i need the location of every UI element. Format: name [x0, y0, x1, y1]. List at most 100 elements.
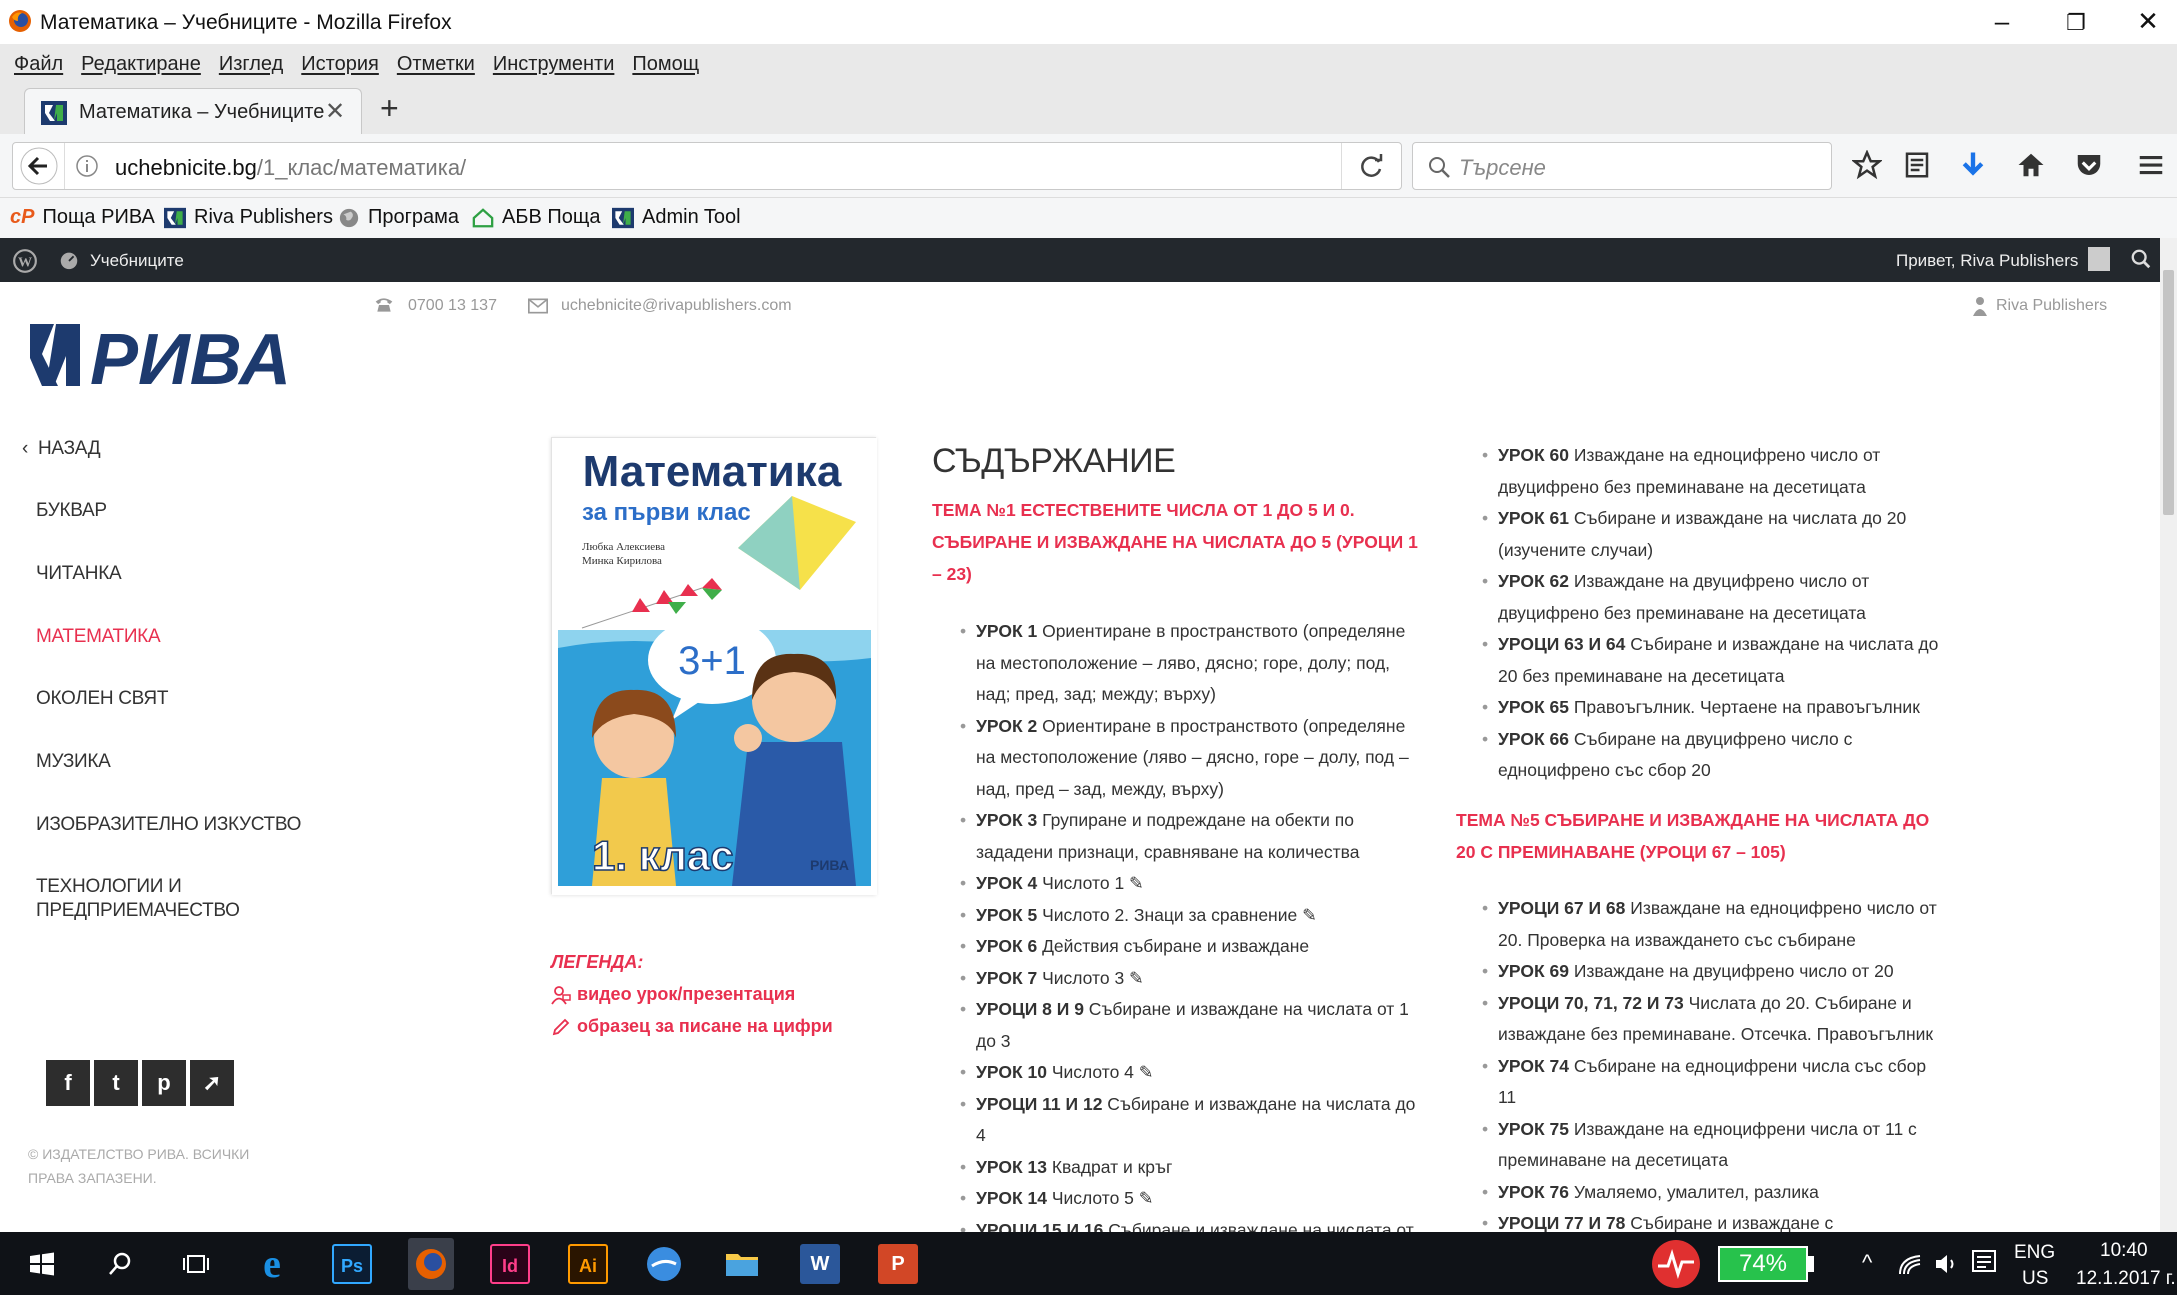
reload-button[interactable]: [1341, 143, 1401, 189]
lesson-number[interactable]: УРОК 13: [976, 1157, 1047, 1177]
lesson-line[interactable]: • УРОК 6 Действия събиране и изваждане: [960, 931, 1446, 963]
windows-start-icon[interactable]: [22, 1244, 62, 1284]
menu-history[interactable]: История: [301, 53, 379, 76]
illustrator-icon[interactable]: Ai: [568, 1244, 608, 1284]
riva-logo[interactable]: РИВА: [28, 316, 328, 392]
lesson-line[interactable]: • УРОК 5 Числото 2. Знаци за сравнение ✎: [960, 900, 1446, 932]
lesson-number[interactable]: УРОК 65: [1498, 697, 1569, 717]
search-taskbar-icon[interactable]: [100, 1244, 140, 1284]
sidebar-back-link[interactable]: ‹ НАЗАД: [22, 438, 101, 460]
lesson-number[interactable]: УРОК 14: [976, 1188, 1047, 1208]
sidebar-item-muzika[interactable]: МУЗИКА: [36, 751, 111, 773]
tab-close-icon[interactable]: ✕: [325, 97, 345, 126]
facebook-icon[interactable]: f: [46, 1060, 90, 1106]
lang-eng[interactable]: ENG: [2014, 1242, 2055, 1264]
lesson-number[interactable]: УРОК 75: [1498, 1119, 1569, 1139]
lesson-number[interactable]: УРОЦИ 67 И 68: [1498, 898, 1625, 918]
firefox-taskbar-icon[interactable]: [408, 1238, 454, 1290]
volume-icon[interactable]: [1932, 1250, 1960, 1278]
book-cover[interactable]: Математика за първи клас Любка Алексиева…: [551, 437, 877, 895]
lesson-number[interactable]: УРОК 2: [976, 716, 1037, 736]
menu-bookmarks[interactable]: Отметки: [397, 53, 475, 76]
search-box[interactable]: Търсене: [1412, 142, 1832, 190]
lesson-line[interactable]: • УРОК 14 Числото 5 ✎: [960, 1183, 1446, 1215]
lesson-line[interactable]: • УРОЦИ 67 И 68 Изваждане на едноцифрено …: [1482, 893, 1968, 925]
contact-user[interactable]: Riva Publishers: [1996, 297, 2107, 315]
avatar[interactable]: [2088, 247, 2110, 271]
lesson-number[interactable]: УРОЦИ 8 И 9: [976, 999, 1084, 1019]
bookmark-riva-publishers[interactable]: Riva Publishers: [164, 206, 333, 229]
twitter-icon[interactable]: ➚: [190, 1060, 234, 1106]
lesson-line[interactable]: • УРОЦИ 63 И 64 Събиране и изваждане на ч…: [1482, 629, 1968, 661]
back-button[interactable]: [13, 143, 65, 189]
reading-list-icon[interactable]: [1902, 150, 1932, 180]
lesson-line[interactable]: • УРОК 65 Правоъгълник. Чертаене на право…: [1482, 692, 1968, 724]
lesson-line[interactable]: • УРОК 74 Събиране на едноцифрени числа с…: [1482, 1051, 1968, 1083]
photoshop-icon[interactable]: Ps: [332, 1244, 372, 1284]
lesson-number[interactable]: УРОК 1: [976, 621, 1037, 641]
sidebar-item-tehnologii[interactable]: ТЕХНОЛОГИИ И: [36, 876, 182, 898]
menu-help[interactable]: Помощ: [632, 53, 699, 76]
bookmark-poshta-riva[interactable]: cP Поща РИВА: [10, 206, 155, 229]
lesson-number[interactable]: УРОК 10: [976, 1062, 1047, 1082]
lesson-line[interactable]: • УРОК 13 Квадрат и кръг: [960, 1152, 1446, 1184]
wordpress-icon[interactable]: W: [12, 248, 38, 274]
home-icon[interactable]: [2016, 150, 2046, 180]
notifications-icon[interactable]: [1970, 1248, 1998, 1278]
menu-edit[interactable]: Редактиране: [81, 53, 201, 76]
contact-email[interactable]: uchebnicite@rivapublishers.com: [561, 297, 792, 315]
wp-search-icon[interactable]: [2130, 248, 2152, 270]
lesson-number[interactable]: УРОЦИ 11 И 12: [976, 1094, 1102, 1114]
lesson-number[interactable]: УРОК 74: [1498, 1056, 1569, 1076]
lesson-line[interactable]: • УРОК 62 Изваждане на двуцифрено число о…: [1482, 566, 1968, 598]
lesson-number[interactable]: УРОК 5: [976, 905, 1037, 925]
lesson-number[interactable]: УРОК 61: [1498, 508, 1569, 528]
edge-icon[interactable]: e: [252, 1244, 292, 1284]
lesson-number[interactable]: УРОК 66: [1498, 729, 1569, 749]
clock-time[interactable]: 10:40: [2100, 1240, 2148, 1262]
lesson-number[interactable]: УРОК 76: [1498, 1182, 1569, 1202]
lesson-number[interactable]: УРОК 4: [976, 873, 1037, 893]
lesson-number[interactable]: УРОЦИ 70, 71, 72 И 73: [1498, 993, 1684, 1013]
lesson-line[interactable]: • УРОК 60 Изваждане на едноцифрено число …: [1482, 440, 1968, 472]
menu-tools[interactable]: Инструменти: [493, 53, 615, 76]
url-text[interactable]: uchebnicite.bg/1_клас/математика/: [115, 155, 466, 181]
menu-file[interactable]: Файл: [14, 53, 63, 76]
lesson-line[interactable]: • УРОЦИ 8 И 9 Събиране и изваждане на чис…: [960, 994, 1446, 1026]
network-icon[interactable]: [1896, 1250, 1924, 1278]
wp-site-name[interactable]: Учебниците: [90, 251, 184, 271]
bookmark-programa[interactable]: Програма: [338, 206, 459, 229]
sidebar-item-chitanka[interactable]: ЧИТАНКА: [36, 563, 122, 585]
lesson-number[interactable]: УРОК 60: [1498, 445, 1569, 465]
downloads-icon[interactable]: [1958, 150, 1988, 180]
lesson-line[interactable]: • УРОЦИ 70, 71, 72 И 73 Числата до 20. Съ…: [1482, 988, 1968, 1020]
chevron-up-icon[interactable]: ^: [1862, 1250, 1872, 1276]
bookmark-abv-poshta[interactable]: АБВ Поща: [472, 206, 600, 229]
lesson-number[interactable]: УРОК 62: [1498, 571, 1569, 591]
lesson-line[interactable]: • УРОК 4 Числото 1 ✎: [960, 868, 1446, 900]
menu-hamburger-icon[interactable]: [2136, 150, 2166, 180]
lesson-line[interactable]: • УРОК 75 Изваждане на едноцифрени числа …: [1482, 1114, 1968, 1146]
lesson-number[interactable]: УРОК 7: [976, 968, 1037, 988]
menu-view[interactable]: Изглед: [219, 53, 283, 76]
indesign-icon[interactable]: Id: [490, 1244, 530, 1284]
scrollbar-thumb[interactable]: [2163, 270, 2174, 515]
lesson-line[interactable]: • УРОК 7 Числото 3 ✎: [960, 963, 1446, 995]
tumblr-icon[interactable]: t: [94, 1060, 138, 1106]
wp-greeting[interactable]: Привет, Riva Publishers: [1896, 251, 2078, 271]
pinterest-icon[interactable]: p: [142, 1060, 186, 1106]
address-bar[interactable]: uchebnicite.bg/1_клас/математика/: [12, 142, 1402, 190]
bookmark-admin-tool[interactable]: Admin Tool: [612, 206, 741, 229]
task-view-icon[interactable]: [176, 1244, 216, 1284]
lesson-number[interactable]: УРОЦИ 77 И 78: [1498, 1213, 1625, 1233]
clock-date[interactable]: 12.1.2017 г.: [2076, 1268, 2176, 1290]
lesson-line[interactable]: • УРОК 69 Изваждане на двуцифрено число о…: [1482, 956, 1968, 988]
sidebar-item-bukvar[interactable]: БУКВАР: [36, 500, 107, 522]
lesson-number[interactable]: УРОЦИ 63 И 64: [1498, 634, 1625, 654]
tab-active[interactable]: Математика – Учебниците ✕: [24, 88, 362, 134]
lesson-number[interactable]: УРОК 6: [976, 936, 1037, 956]
restore-button[interactable]: ❐: [2056, 10, 2096, 36]
pocket-icon[interactable]: [2074, 150, 2104, 180]
lang-us[interactable]: US: [2022, 1268, 2048, 1290]
lesson-line[interactable]: • УРОК 10 Числото 4 ✎: [960, 1057, 1446, 1089]
